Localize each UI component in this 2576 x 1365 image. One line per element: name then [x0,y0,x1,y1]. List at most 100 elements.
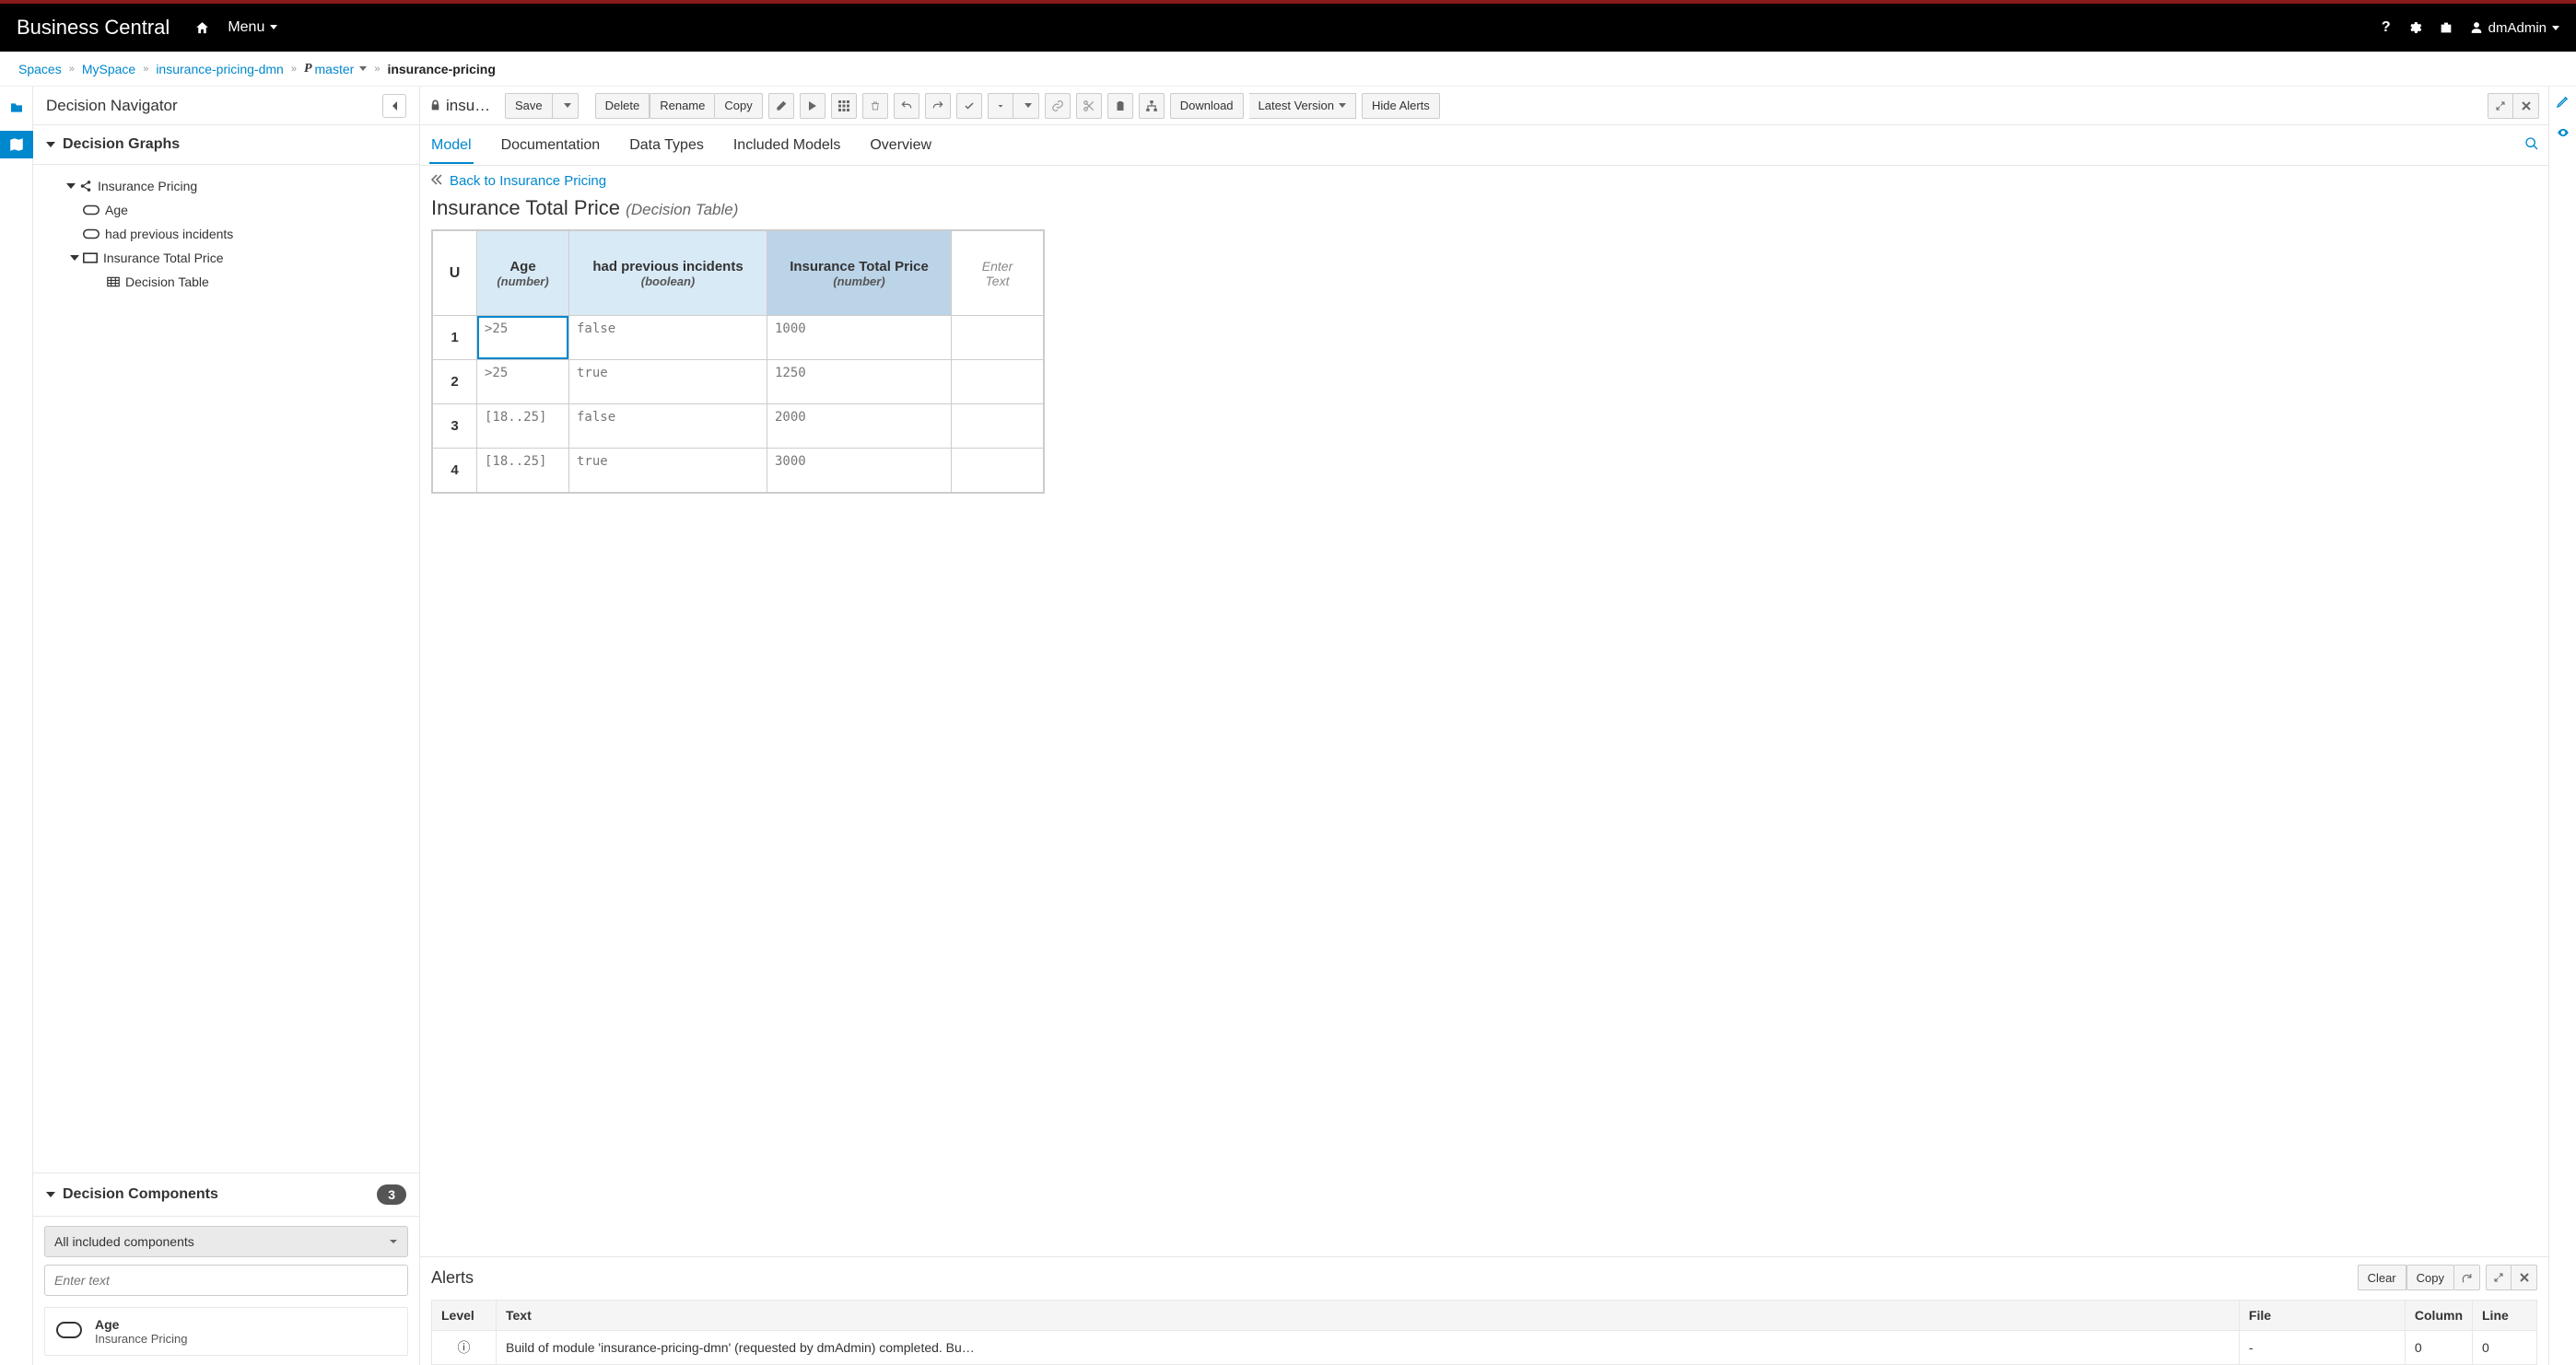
latest-version-button[interactable]: Latest Version [1249,93,1356,119]
help-button[interactable]: ? [2382,19,2391,36]
decision-components-header[interactable]: Decision Components 3 [33,1172,419,1216]
editor-toolbar: insu… Save Delete Rename Copy [420,87,2548,125]
close-button[interactable] [2513,93,2539,119]
cell-annotation[interactable] [952,316,1044,360]
row-number[interactable]: 4 [433,449,477,493]
save-dropdown[interactable] [553,93,579,119]
cell-annotation[interactable] [952,360,1044,404]
alerts-expand-button[interactable] [2486,1265,2512,1290]
edit-button[interactable] [2556,94,2570,111]
alerts-clear-button[interactable]: Clear [2358,1265,2406,1290]
home-button[interactable] [190,16,214,40]
trash-button[interactable] [862,93,888,119]
cut-button[interactable] [1076,93,1102,119]
components-filter-select[interactable]: All included components [44,1226,408,1257]
delete-button[interactable]: Delete [595,93,650,119]
menu-dropdown[interactable]: Menu [228,19,277,36]
column-header-prev[interactable]: had previous incidents (boolean) [569,231,767,316]
table-row: 3 [18..25] false 2000 [433,404,1044,449]
tree-decision[interactable]: Insurance Total Price [42,246,419,270]
decision-graphs-header[interactable]: Decision Graphs [33,125,419,165]
grid-button[interactable] [831,93,857,119]
tree-root[interactable]: Insurance Pricing [42,174,419,198]
row-number[interactable]: 3 [433,404,477,449]
tree-input-prev[interactable]: had previous incidents [42,222,419,246]
breadcrumb-sep: » [291,64,297,75]
rail-folder-button[interactable] [0,94,33,122]
question-icon: ? [2382,19,2391,36]
cell-output[interactable]: 2000 [767,404,952,449]
tree-root-label: Insurance Pricing [98,179,197,193]
components-search-input[interactable] [44,1265,408,1296]
row-number[interactable]: 1 [433,316,477,360]
back-link[interactable]: Back to Insurance Pricing [431,173,2537,189]
tree-decision-table[interactable]: Decision Table [42,270,419,294]
cell-age[interactable]: >25 [477,360,569,404]
alerts-col-column[interactable]: Column [2405,1301,2472,1331]
save-button[interactable]: Save [505,93,553,119]
cell-output[interactable]: 1250 [767,360,952,404]
rename-button[interactable]: Rename [650,93,715,119]
breadcrumb-space[interactable]: MySpace [82,62,135,76]
paste-button[interactable] [1107,93,1133,119]
alert-row[interactable]: ⓘ Build of module 'insurance-pricing-dmn… [432,1331,2537,1365]
tab-included-models[interactable]: Included Models [732,128,843,163]
alerts-copy-button[interactable]: Copy [2406,1265,2454,1290]
alerts-col-file[interactable]: File [2239,1301,2405,1331]
sitemap-button[interactable] [1139,93,1165,119]
cell-annotation[interactable] [952,404,1044,449]
play-button[interactable] [800,93,825,119]
breadcrumb-project[interactable]: insurance-pricing-dmn [156,62,284,76]
hit-policy-cell[interactable]: U [433,231,477,316]
cell-prev[interactable]: true [569,449,767,493]
breadcrumb-spaces[interactable]: Spaces [18,62,62,76]
expand-button[interactable] [2488,93,2513,119]
settings-button[interactable] [2407,20,2422,35]
export-dropdown[interactable] [1013,93,1039,119]
table-row: 4 [18..25] true 3000 [433,449,1044,493]
col-name: Age [488,259,557,274]
alerts-close-button[interactable] [2512,1265,2537,1290]
column-header-age[interactable]: Age (number) [477,231,569,316]
tab-model[interactable]: Model [429,128,474,163]
tab-search-button[interactable] [2524,136,2539,154]
tab-overview[interactable]: Overview [868,128,933,163]
breadcrumb-branch[interactable]: P master [304,62,367,76]
cell-output[interactable]: 3000 [767,449,952,493]
hide-alerts-button[interactable]: Hide Alerts [1362,93,1440,119]
alerts-col-line[interactable]: Line [2473,1301,2537,1331]
validate-button[interactable] [956,93,982,119]
expand-icon [2495,100,2506,111]
eye-button[interactable] [2555,126,2571,142]
copy-button[interactable]: Copy [715,93,762,119]
column-header-output[interactable]: Insurance Total Price (number) [767,231,952,316]
eraser-button[interactable] [768,93,794,119]
tab-documentation[interactable]: Documentation [499,128,603,163]
undo-button[interactable] [894,93,919,119]
close-icon [2520,1273,2529,1282]
download-text-button[interactable]: Download [1170,93,1244,119]
row-number[interactable]: 2 [433,360,477,404]
component-card-age[interactable]: Age Insurance Pricing [44,1307,408,1356]
rail-map-button[interactable] [0,131,33,158]
cell-output[interactable]: 1000 [767,316,952,360]
alerts-refresh-button[interactable] [2454,1265,2480,1290]
apps-button[interactable] [2439,20,2453,35]
annotation-header[interactable]: Enter Text [952,231,1044,316]
cell-prev[interactable]: true [569,360,767,404]
tree-input-age[interactable]: Age [42,198,419,222]
redo-button[interactable] [925,93,951,119]
cell-prev[interactable]: false [569,404,767,449]
cell-prev[interactable]: false [569,316,767,360]
cell-annotation[interactable] [952,449,1044,493]
tab-data-types[interactable]: Data Types [627,128,706,163]
cell-age[interactable]: >25 [477,316,569,360]
cell-age[interactable]: [18..25] [477,404,569,449]
cell-age[interactable]: [18..25] [477,449,569,493]
export-button[interactable] [988,93,1013,119]
user-menu[interactable]: dmAdmin [2470,20,2559,36]
alerts-col-text[interactable]: Text [497,1301,2240,1331]
collapse-panel-button[interactable] [382,94,406,118]
link-button[interactable] [1045,93,1071,119]
alerts-col-level[interactable]: Level [432,1301,497,1331]
